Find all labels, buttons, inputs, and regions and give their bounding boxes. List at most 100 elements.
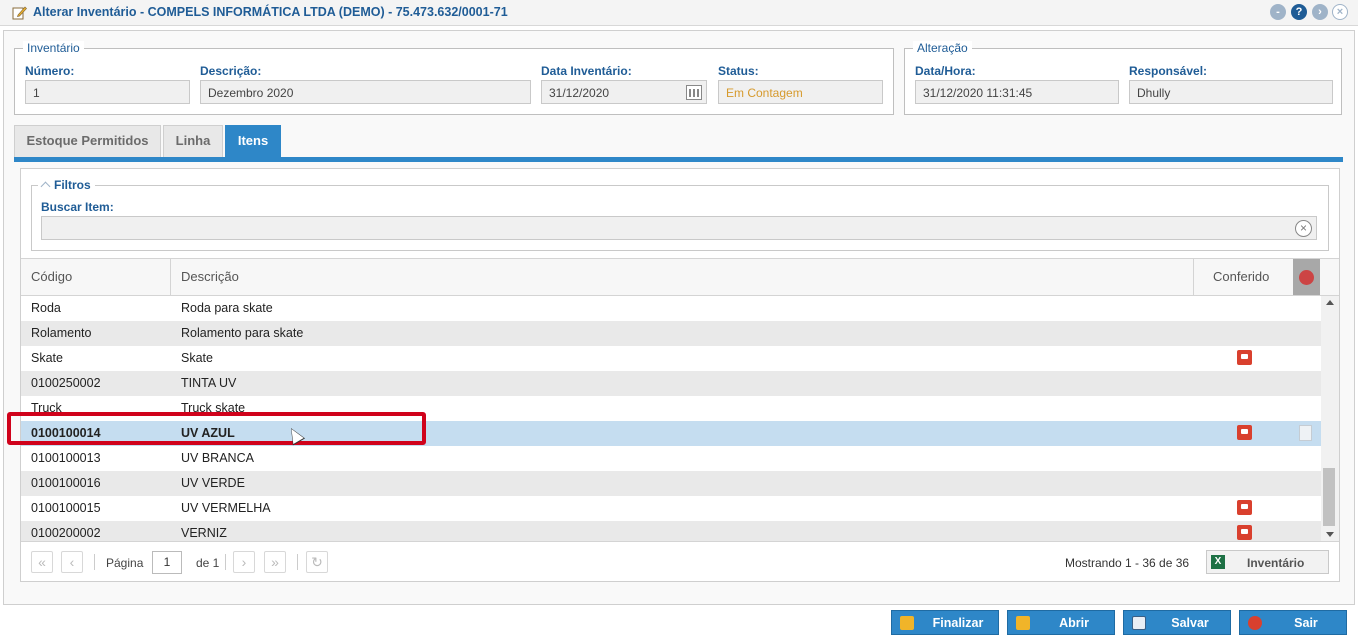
showing-count: Mostrando 1 - 36 de 36 (1065, 556, 1190, 570)
thumbs-down-icon[interactable] (1237, 425, 1252, 440)
next-page-icon[interactable]: › (233, 551, 255, 573)
window-title: Alterar Inventário - COMPELS INFORMÁTICA… (33, 5, 508, 19)
responsavel-field: Dhully (1129, 80, 1333, 104)
cell-codigo: 0100250002 (31, 376, 101, 390)
thumbs-down-icon[interactable] (1237, 525, 1252, 540)
numero-field[interactable]: 1 (25, 80, 190, 104)
alteracao-legend: Alteração (913, 41, 972, 55)
datahora-field: 31/12/2020 11:31:45 (915, 80, 1119, 104)
edit-column-icon (1299, 270, 1314, 285)
save-icon (1132, 616, 1146, 630)
search-input[interactable]: × (41, 216, 1317, 240)
abrir-label: Abrir (1059, 616, 1089, 630)
close-icon[interactable]: × (1332, 4, 1348, 20)
cell-codigo: Rolamento (31, 326, 92, 340)
data-inventario-label: Data Inventário: (541, 64, 632, 78)
column-codigo[interactable]: Código (21, 259, 171, 295)
folder-icon (1016, 616, 1030, 630)
data-inventario-field[interactable]: 31/12/2020 (541, 80, 707, 104)
page-number-input[interactable]: 1 (152, 551, 182, 574)
grid-header: Código Descrição Conferido (21, 258, 1339, 296)
prev-page-icon[interactable]: ‹ (61, 551, 83, 573)
calendar-icon[interactable] (686, 85, 702, 100)
alteracao-fieldset: Alteração Data/Hora: 31/12/2020 11:31:45… (904, 41, 1342, 115)
data-inventario-value: 31/12/2020 (549, 86, 610, 100)
selection-highlight-box (7, 412, 426, 445)
export-inventario-button[interactable]: X Inventário (1206, 550, 1329, 574)
status-field: Em Contagem (718, 80, 883, 104)
descricao-label: Descrição: (200, 64, 262, 78)
scroll-down-arrow-icon[interactable] (1326, 532, 1334, 537)
responsavel-label: Responsável: (1129, 64, 1208, 78)
tab-itens[interactable]: Itens (225, 125, 281, 157)
minimize-icon[interactable]: - (1270, 4, 1286, 20)
sair-label: Sair (1294, 616, 1318, 630)
cell-descricao: Rolamento para skate (181, 326, 304, 340)
finalizar-button[interactable]: Finalizar (891, 610, 999, 635)
cell-descricao: UV VERMELHA (181, 501, 271, 515)
cell-descricao: UV VERDE (181, 476, 245, 490)
itens-panel: Filtros Buscar Item: × Código Descrição … (20, 168, 1340, 582)
cell-descricao: Roda para skate (181, 301, 273, 315)
last-page-icon[interactable]: » (264, 551, 286, 573)
finalizar-label: Finalizar (932, 616, 984, 630)
column-descricao[interactable]: Descrição (171, 259, 1194, 295)
help-icon[interactable]: ? (1291, 4, 1307, 20)
tab-linha[interactable]: Linha (163, 125, 223, 157)
lock-icon (900, 616, 914, 630)
scroll-thumb[interactable] (1323, 468, 1335, 526)
status-label: Status: (718, 64, 759, 78)
cell-codigo: 0100200002 (31, 526, 101, 540)
thumbs-down-icon[interactable] (1237, 500, 1252, 515)
column-conferido[interactable]: Conferido (1203, 259, 1293, 295)
pager-separator (225, 554, 226, 570)
table-row[interactable]: 0100200002 VERNIZ (21, 521, 1321, 541)
edit-icon (12, 6, 27, 20)
descricao-field[interactable]: Dezembro 2020 (200, 80, 531, 104)
exit-icon (1248, 616, 1262, 630)
cell-codigo: 0100100015 (31, 501, 101, 515)
buscar-item-label: Buscar Item: (41, 200, 114, 214)
numero-label: Número: (25, 64, 75, 78)
abrir-button[interactable]: Abrir (1007, 610, 1115, 635)
edit-column[interactable] (1293, 259, 1320, 295)
salvar-button[interactable]: Salvar (1123, 610, 1231, 635)
first-page-icon[interactable]: « (31, 551, 53, 573)
filtros-fieldset: Filtros Buscar Item: × (31, 178, 1329, 251)
tab-estoque-permitidos[interactable]: Estoque Permitidos (14, 125, 161, 157)
excel-icon: X (1211, 555, 1225, 569)
cell-descricao: UV BRANCA (181, 451, 254, 465)
inventario-fieldset: Inventário Número: 1 Descrição: Dezembro… (14, 41, 894, 115)
export-label: Inventário (1247, 556, 1305, 570)
cell-codigo: Roda (31, 301, 61, 315)
table-row[interactable]: Rolamento Rolamento para skate (21, 321, 1321, 346)
thumbs-down-icon[interactable] (1237, 350, 1252, 365)
clear-icon[interactable]: × (1295, 220, 1312, 237)
table-row[interactable]: 0100250002 TINTA UV (21, 371, 1321, 396)
table-row[interactable]: 0100100015 UV VERMELHA (21, 496, 1321, 521)
pager: « ‹ Página 1 de 1 › » ↻ Mostrando 1 - 36… (21, 541, 1339, 581)
pager-separator (297, 554, 298, 570)
cell-descricao: Skate (181, 351, 213, 365)
scroll-up-arrow-icon[interactable] (1326, 300, 1334, 305)
pagina-label: Página (106, 556, 144, 570)
scrollbar[interactable] (1321, 296, 1339, 541)
edit-document-icon[interactable] (1299, 425, 1312, 441)
table-row[interactable]: Roda Roda para skate (21, 296, 1321, 321)
cell-codigo: 0100100013 (31, 451, 101, 465)
next-icon[interactable]: › (1312, 4, 1328, 20)
salvar-label: Salvar (1171, 616, 1209, 630)
refresh-icon[interactable]: ↻ (306, 551, 328, 573)
tab-underline (14, 157, 1343, 162)
title-bar: Alterar Inventário - COMPELS INFORMÁTICA… (0, 0, 1358, 26)
table-row[interactable]: 0100100016 UV VERDE (21, 471, 1321, 496)
sair-button[interactable]: Sair (1239, 610, 1347, 635)
table-row[interactable]: Skate Skate (21, 346, 1321, 371)
cell-codigo: 0100100016 (31, 476, 101, 490)
page-total-label: de 1 (196, 556, 220, 570)
table-row[interactable]: 0100100013 UV BRANCA (21, 446, 1321, 471)
filtros-legend-text: Filtros (54, 178, 91, 192)
collapse-chevron-icon[interactable] (40, 181, 51, 192)
cell-descricao: VERNIZ (181, 526, 227, 540)
filtros-legend[interactable]: Filtros (38, 178, 95, 192)
